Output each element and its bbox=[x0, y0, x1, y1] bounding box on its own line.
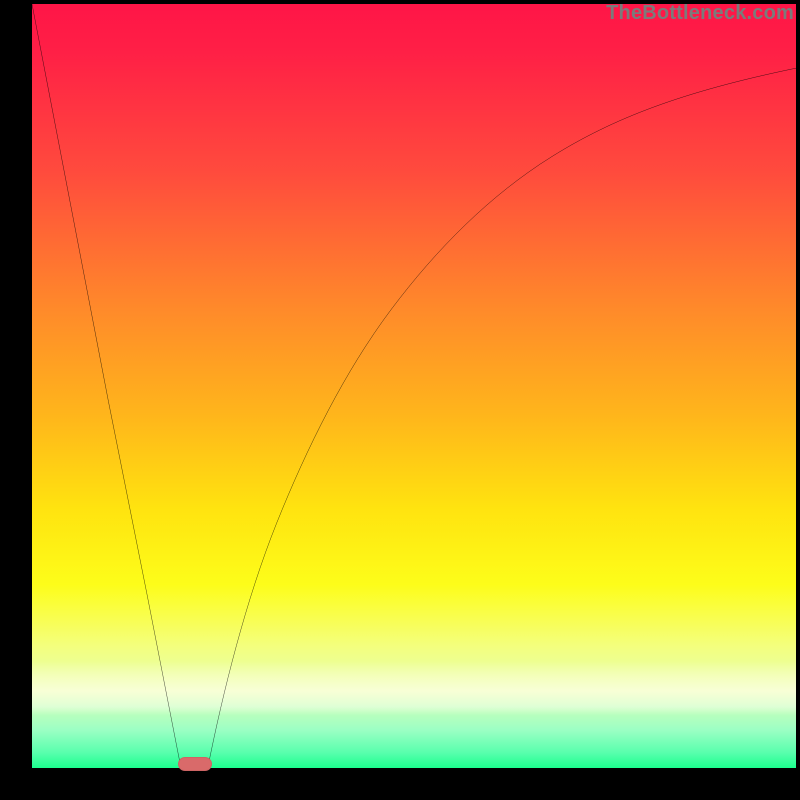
pale-band bbox=[32, 661, 796, 714]
chart-frame: TheBottleneck.com bbox=[0, 0, 800, 800]
bottleneck-curve bbox=[32, 4, 796, 768]
optimal-marker bbox=[178, 757, 212, 771]
plot-area bbox=[32, 4, 796, 768]
